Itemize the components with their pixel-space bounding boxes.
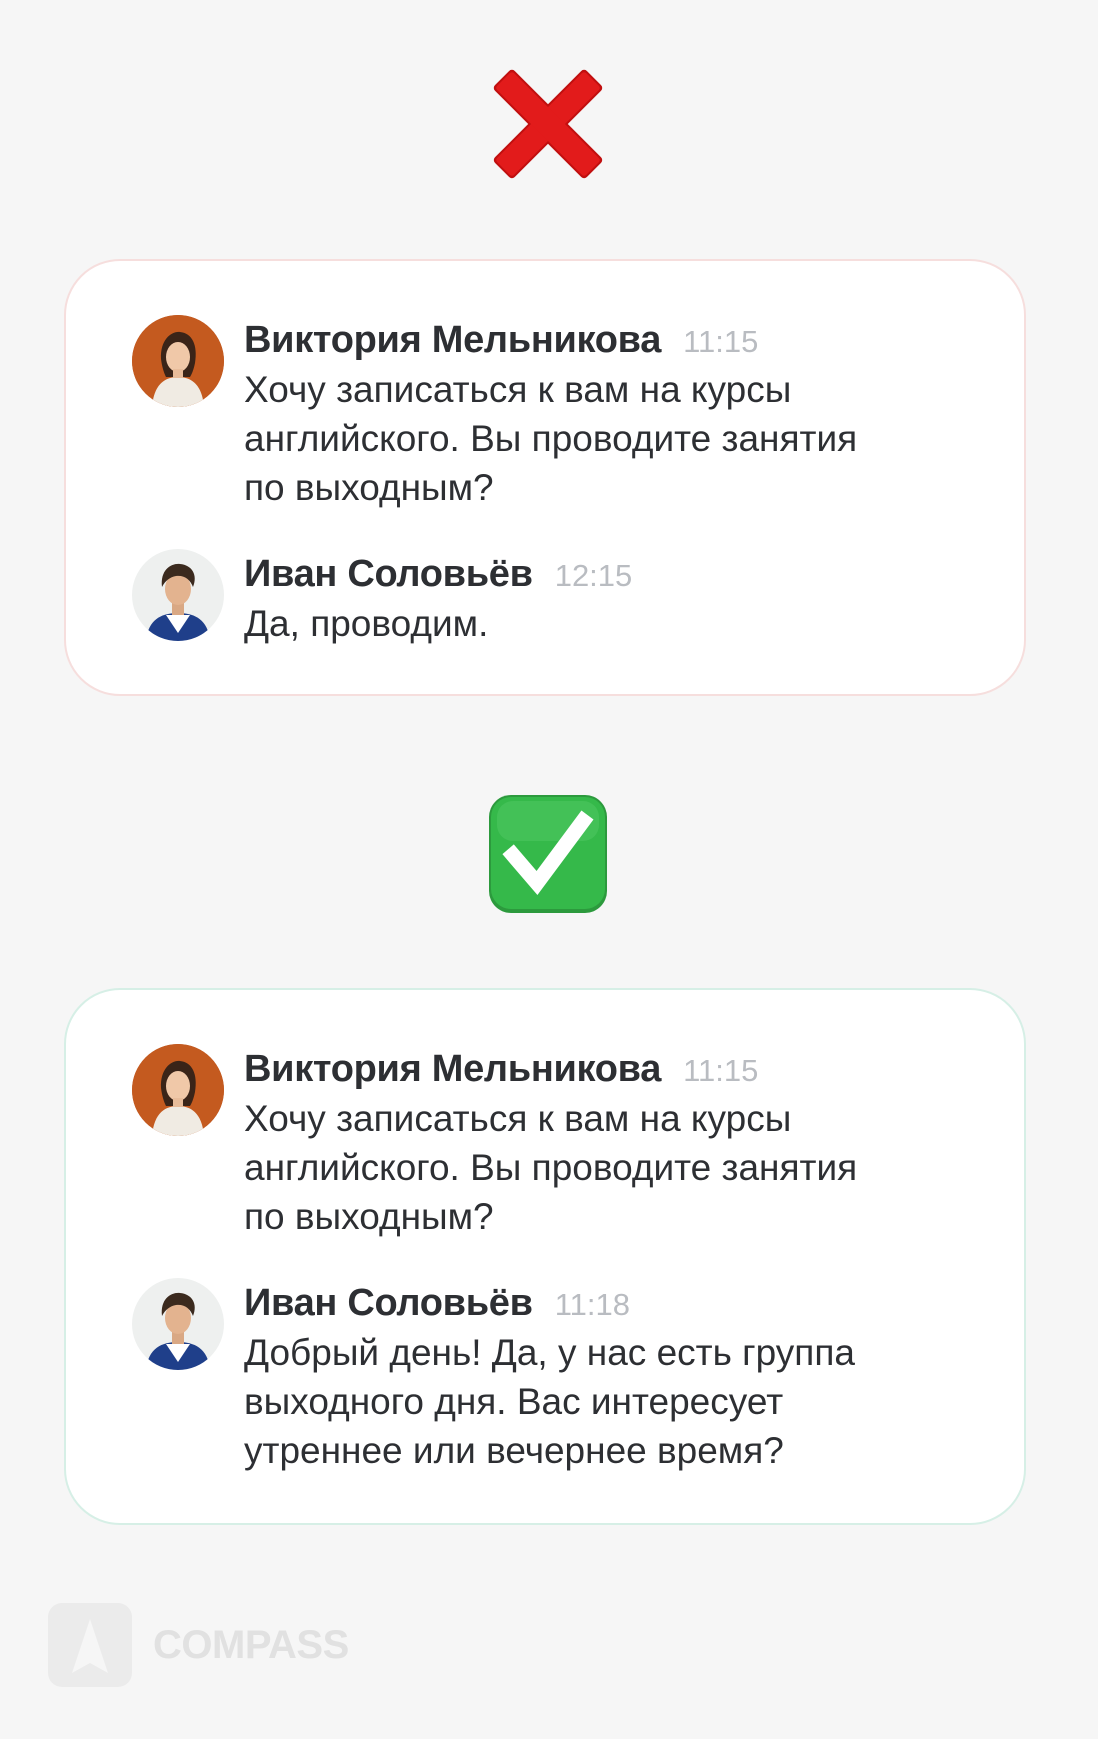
woman-avatar [132,1044,224,1136]
compass-logo-icon [48,1603,132,1687]
message-author: Виктория Мельникова [244,319,662,361]
message-line: английского. Вы проводите занятия [244,418,858,459]
message-author: Иван Соловьёв [244,1282,533,1324]
message-line: по выходным? [244,467,494,508]
woman-avatar [132,315,224,407]
message-time: 12:15 [554,558,633,593]
message-line: Хочу записаться к вам на курсы [244,1098,792,1139]
red-cross-mark-icon [487,63,609,185]
message-text: Да, проводим. [244,599,984,648]
message-line: утреннее или вечернее время? [244,1430,784,1471]
brand-name: COMPASS [153,1623,349,1667]
message-line: английского. Вы проводите занятия [244,1147,858,1188]
message-line: выходного дня. Вас интересует [244,1381,784,1422]
message-time: 11:18 [554,1287,630,1322]
message-author: Виктория Мельникова [244,1048,662,1090]
green-check-mark-icon [487,793,609,915]
message-line: Хочу записаться к вам на курсы [244,369,792,410]
message-line: по выходным? [244,1196,494,1237]
message-author: Иван Соловьёв [244,553,533,595]
message-line: Добрый день! Да, у нас есть группа [244,1332,855,1373]
message-text: Хочу записаться к вам на курсы английско… [244,1094,984,1241]
man-avatar [132,549,224,641]
message-time: 11:15 [683,1053,759,1088]
man-avatar [132,1278,224,1370]
message-time: 11:15 [683,324,759,359]
message-text: Хочу записаться к вам на курсы английско… [244,365,984,512]
message-line: Да, проводим. [244,603,489,644]
wrong-example-card: Виктория Мельникова 11:15 Хочу записаться… [64,259,1026,696]
message-text: Добрый день! Да, у нас есть группа выход… [244,1328,984,1475]
brand-watermark: COMPASS [48,1603,448,1687]
right-example-card: Виктория Мельникова 11:15 Хочу записаться… [64,988,1026,1525]
